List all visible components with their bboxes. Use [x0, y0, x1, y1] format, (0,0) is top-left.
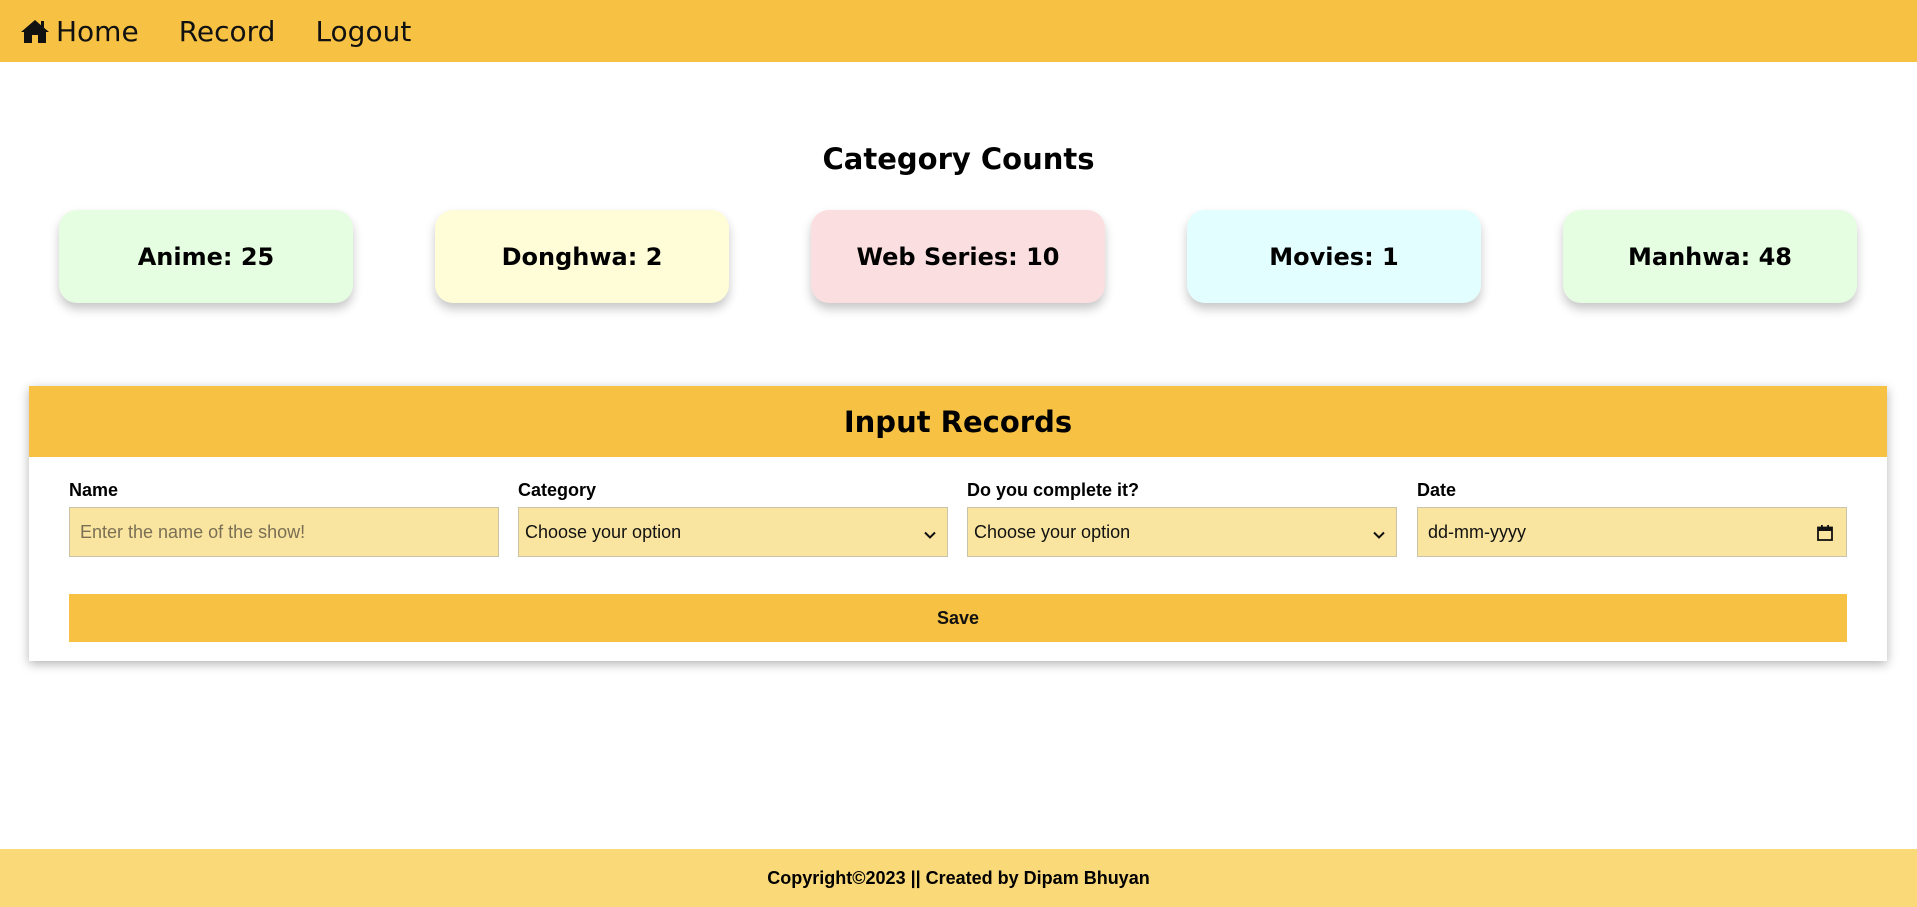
nav-logout-link[interactable]: Logout	[315, 15, 411, 48]
date-input[interactable]: dd-mm-yyyy	[1428, 522, 1526, 543]
chevron-down-icon	[923, 526, 937, 540]
nav-home-link[interactable]: Home	[20, 15, 139, 48]
name-field-group: Name	[69, 480, 499, 557]
input-records-panel: Input Records Name Category Choose your …	[29, 386, 1887, 661]
save-button[interactable]: Save	[69, 594, 1847, 642]
category-counts-title: Category Counts	[822, 142, 1095, 176]
card-manhwa: Manhwa: 48	[1563, 210, 1857, 303]
card-movies: Movies: 1	[1187, 210, 1481, 303]
category-field-group: Category Choose your option	[518, 480, 948, 557]
card-donghwa: Donghwa: 2	[435, 210, 729, 303]
card-web-series: Web Series: 10	[811, 210, 1105, 303]
complete-select[interactable]: Choose your option	[967, 507, 1397, 557]
chevron-down-icon	[1372, 526, 1386, 540]
home-icon	[20, 18, 50, 44]
input-records-title: Input Records	[29, 386, 1887, 457]
navbar: Home Record Logout	[0, 0, 1917, 62]
name-label: Name	[69, 480, 119, 500]
footer-copyright: Copyright©2023 || Created by Dipam Bhuya…	[767, 867, 1150, 888]
name-input[interactable]	[80, 521, 488, 543]
calendar-icon[interactable]	[1816, 524, 1834, 542]
date-field-group: Date dd-mm-yyyy	[1417, 480, 1847, 557]
form-fields: Name Category Choose your option Do you …	[69, 480, 1847, 560]
complete-field-group: Do you complete it? Choose your option	[967, 480, 1397, 557]
complete-select-value: Choose your option	[974, 521, 1131, 542]
category-select-value: Choose your option	[525, 521, 682, 542]
date-input-box[interactable]: dd-mm-yyyy	[1417, 507, 1847, 557]
nav-record-link[interactable]: Record	[179, 15, 276, 48]
name-input-box	[69, 507, 499, 557]
category-label: Category	[518, 480, 597, 500]
category-select[interactable]: Choose your option	[518, 507, 948, 557]
date-label: Date	[1417, 480, 1457, 500]
category-cards: Anime: 25 Donghwa: 2 Web Series: 10 Movi…	[0, 210, 1917, 304]
card-anime: Anime: 25	[59, 210, 353, 303]
complete-label: Do you complete it?	[967, 480, 1140, 500]
nav-home-label: Home	[56, 14, 139, 48]
footer: Copyright©2023 || Created by Dipam Bhuya…	[0, 849, 1917, 907]
